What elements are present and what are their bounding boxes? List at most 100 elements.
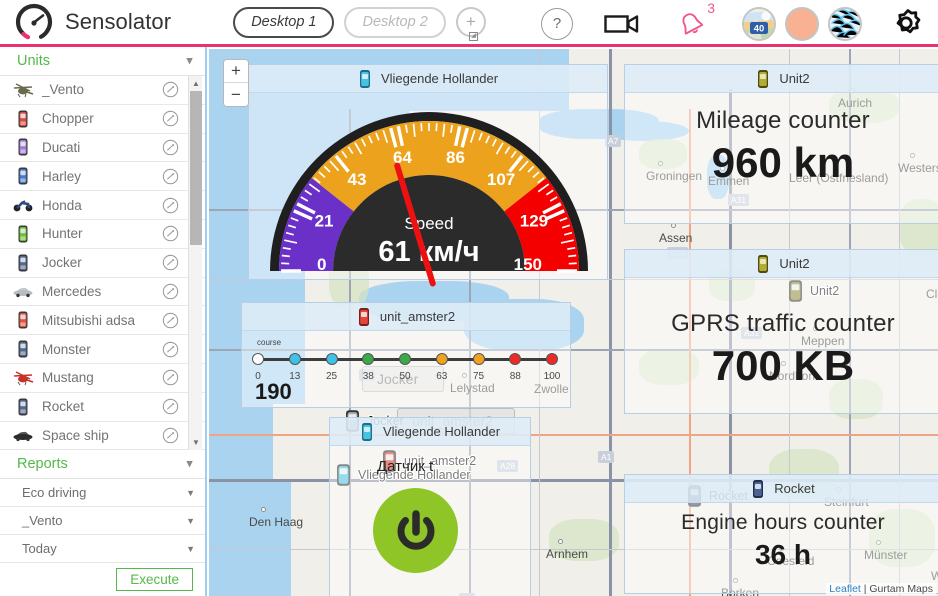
color-swatch-peach-icon[interactable] [785,6,819,41]
gauge-icon[interactable] [162,110,179,127]
report-interval-value: Today [22,541,57,556]
scroll-down-arrow-icon[interactable]: ▼ [189,436,203,449]
unit-list-item[interactable]: Chopper [0,104,205,134]
execute-button[interactable]: Execute [116,568,193,591]
tab-desktop-2[interactable]: Desktop 2 [344,6,446,38]
tab-desktop-1[interactable]: Desktop 1 [233,6,335,38]
course-slider-handle[interactable] [362,353,375,365]
unit-list-item[interactable]: Ducati [0,133,205,163]
leaflet-link[interactable]: Leaflet [829,583,861,595]
widget-gprs-counter[interactable]: Unit2 GPRS traffic counter 700 KB [624,249,938,414]
gauge-icon[interactable] [162,312,179,329]
sensor-name-label: Датчик t [377,458,434,475]
course-tick-label: 100 [543,371,561,382]
widget-title: Vliegende Hollander [380,71,499,86]
course-slider-handle[interactable] [288,353,301,365]
car-green-icon [18,225,28,243]
gauge-icon[interactable] [162,254,179,271]
report-select-type[interactable]: Eco driving ▼ [0,479,205,507]
gauge-icon[interactable] [162,341,179,358]
unit-list-item[interactable]: Space ship [0,421,205,450]
application-window: Sensolator Desktop 1 Desktop 2 + ◢ ? 3 4… [0,0,938,596]
gauge-icon[interactable] [162,197,179,214]
widget-sensor-indicator[interactable]: Vliegende Hollander Датчик t [329,417,531,596]
counter-title: Mileage counter [696,107,870,134]
gauge-icon[interactable] [162,398,179,415]
unit-list-item[interactable]: Mercedes [0,277,205,307]
unit-list-item[interactable]: Monster [0,335,205,364]
scroll-up-arrow-icon[interactable]: ▲ [189,77,203,90]
widget-course-scale[interactable]: unit_amster2 course 0 13 25 38 50 63 75 88 100 1… [241,302,571,408]
unit-list-item[interactable]: Harley [0,162,205,192]
widget-header[interactable]: unit_amster2 [242,303,570,331]
unit-list-item[interactable]: Mitsubishi adsa [0,306,205,336]
unit-list-item[interactable]: Jocker [0,248,205,278]
unit-list-item[interactable]: Rocket [0,392,205,422]
gauge-icon[interactable] [162,225,179,242]
map-view[interactable]: AurichGroningenWesterstedeLeer (Ostfries… [209,49,938,596]
report-select-interval[interactable]: Today ▼ [0,535,205,563]
zoom-out-icon[interactable]: − [224,83,248,106]
car-red-icon [18,311,28,329]
svg-text:43: 43 [347,170,366,189]
units-section-header[interactable]: Units ▲ [0,47,205,76]
chevron-up-icon[interactable]: ▲ [184,55,195,67]
resize-handle-icon[interactable]: ◢ [469,32,478,41]
dropdown-arrow-icon[interactable]: ▼ [186,488,195,498]
unit-list-item[interactable]: Hunter [0,219,205,249]
course-slider-track[interactable]: 0 13 25 38 50 63 75 88 100 [252,353,560,382]
attribution-rest: | Gurtam Maps [860,583,933,595]
course-slider-handle[interactable] [472,353,485,365]
widget-header[interactable]: Rocket [625,475,938,503]
scrollbar-thumb[interactable] [190,91,202,245]
report-type-value: Eco driving [22,485,87,500]
speedometer-logo-icon [15,3,53,40]
widget-header[interactable]: Unit2 [625,65,938,93]
zoom-in-icon[interactable]: + [224,60,248,83]
gauge-icon[interactable] [162,427,179,444]
car-navy-icon [753,479,764,498]
car-cyan-icon [359,69,370,88]
reports-section-title: Reports [17,456,68,472]
dropdown-arrow-icon[interactable]: ▼ [186,516,195,526]
widget-speed-gauge[interactable]: Vliegende Hollander 0 21 43 64 86 107 129 150 Sp… [248,64,608,287]
unit-list-item[interactable]: _Vento [0,76,205,105]
gauge-icon[interactable] [162,369,179,386]
svg-text:21: 21 [315,212,334,231]
widget-mileage-counter[interactable]: Unit2 Mileage counter 960 km [624,64,938,224]
gprs-body: GPRS traffic counter 700 KB [625,310,938,446]
settings-gear-icon[interactable] [888,6,924,42]
unit-list-item[interactable]: Honda [0,191,205,220]
units-list-scrollbar[interactable]: ▲ ▼ [188,76,202,450]
course-slider-handle[interactable] [546,353,558,365]
gauge-icon[interactable] [162,283,179,300]
course-slider-handle[interactable] [325,353,338,365]
course-slider-handle[interactable] [252,353,264,365]
gauge-icon[interactable] [162,81,179,98]
course-slider-handle[interactable] [435,353,448,365]
dropdown-arrow-icon[interactable]: ▼ [186,544,195,554]
map-attribution: Leaflet | Gurtam Maps [826,583,936,595]
notification-bell-icon[interactable]: 3 [678,0,715,38]
power-button-icon[interactable] [373,488,458,573]
gauge-icon[interactable] [162,168,179,185]
reports-section-header[interactable]: Reports ▲ [0,450,205,479]
video-camera-icon[interactable] [604,12,640,36]
svg-text:129: 129 [520,212,548,231]
color-swatch-hatched-blue-icon[interactable] [828,6,862,41]
help-button[interactable]: ? [541,7,573,40]
course-slider-handle[interactable] [399,353,411,365]
unit-list-item[interactable]: Mustang [0,363,205,393]
svg-text:107: 107 [487,170,515,189]
widget-engine-hours-counter[interactable]: Rocket Engine hours counter 36 h [624,474,938,594]
widget-header[interactable]: Vliegende Hollander [330,418,530,446]
chevron-up-icon[interactable]: ▲ [184,458,195,470]
gauge-icon[interactable] [162,139,179,156]
course-tick-label: 88 [509,371,521,382]
widget-header[interactable]: Unit2 [625,250,938,278]
course-tick-label: 50 [399,371,411,382]
map-city-dot [261,507,266,512]
report-select-unit[interactable]: _Vento ▼ [0,507,205,535]
map-layer-highway-40-icon[interactable]: 40 [742,6,776,41]
course-slider-handle[interactable] [509,353,522,365]
